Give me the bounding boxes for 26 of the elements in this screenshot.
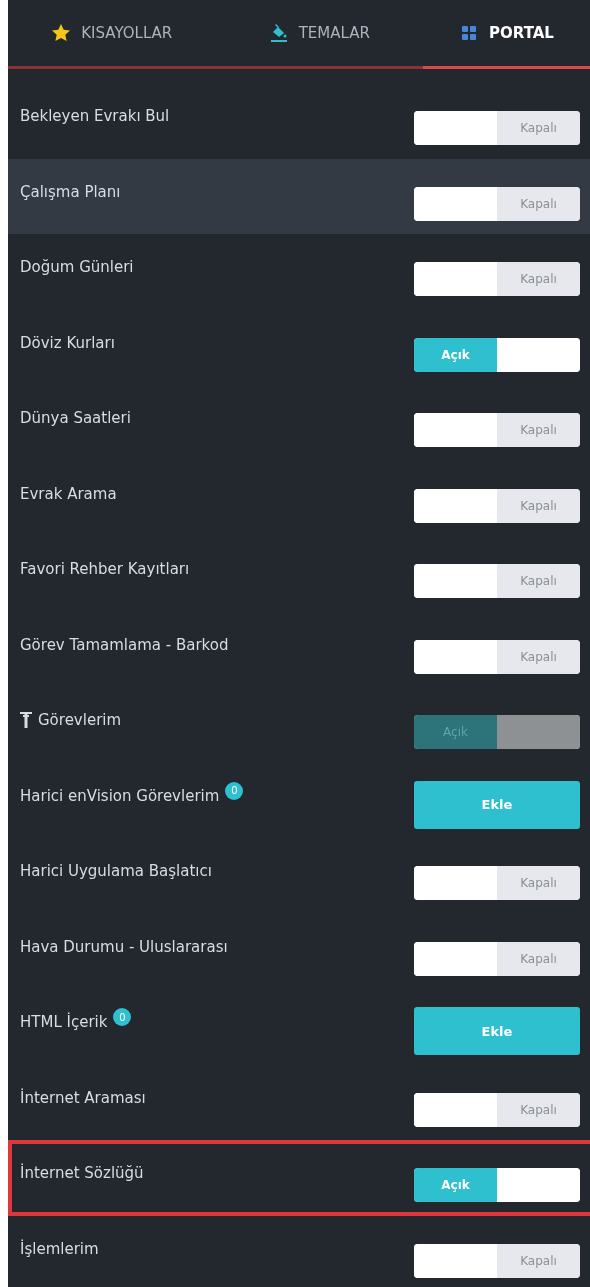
item-label: Harici Uygulama Başlatıcı: [20, 862, 212, 880]
item-label: Dünya Saatleri: [20, 409, 131, 427]
item-label: Doğum Günleri: [20, 258, 134, 276]
tab[interactable]: TEMALAR: [215, 0, 423, 69]
count-badge: 0: [225, 781, 244, 800]
item-label: HTML İçerik: [20, 1013, 108, 1031]
paint-bucket-icon: [268, 23, 289, 43]
item-label: Çalışma Planı: [20, 182, 121, 201]
item-label: İşlemlerim: [20, 1239, 99, 1258]
tab[interactable]: PORTAL: [423, 0, 590, 69]
item-label: Harici enVision Görevlerim: [20, 786, 220, 805]
item-label: İnternet Sözlüğü: [20, 1164, 144, 1182]
star-icon: [51, 23, 72, 43]
item-label: Bekleyen Evrakı Bul: [20, 107, 170, 125]
tab[interactable]: KISAYOLLAR: [8, 0, 216, 69]
item-label: İnternet Araması: [20, 1088, 146, 1107]
pin-icon: [20, 712, 32, 728]
item-label: Görevlerim: [38, 711, 122, 729]
item-label: Hava Durumu - Uluslararası: [20, 937, 228, 956]
item-label: Döviz Kurları: [20, 333, 115, 352]
item-label: Evrak Arama: [20, 484, 117, 503]
item-label: Görev Tamamlama - Barkod: [20, 635, 229, 654]
list-row[interactable]: İnternet Sözlüğü Açık: [8, 1140, 590, 1216]
list-row[interactable]: Çalışma Planı Kapalı: [8, 158, 590, 234]
count-badge: 0: [113, 1008, 132, 1026]
item-label: Favori Rehber Kayıtları: [20, 560, 190, 578]
